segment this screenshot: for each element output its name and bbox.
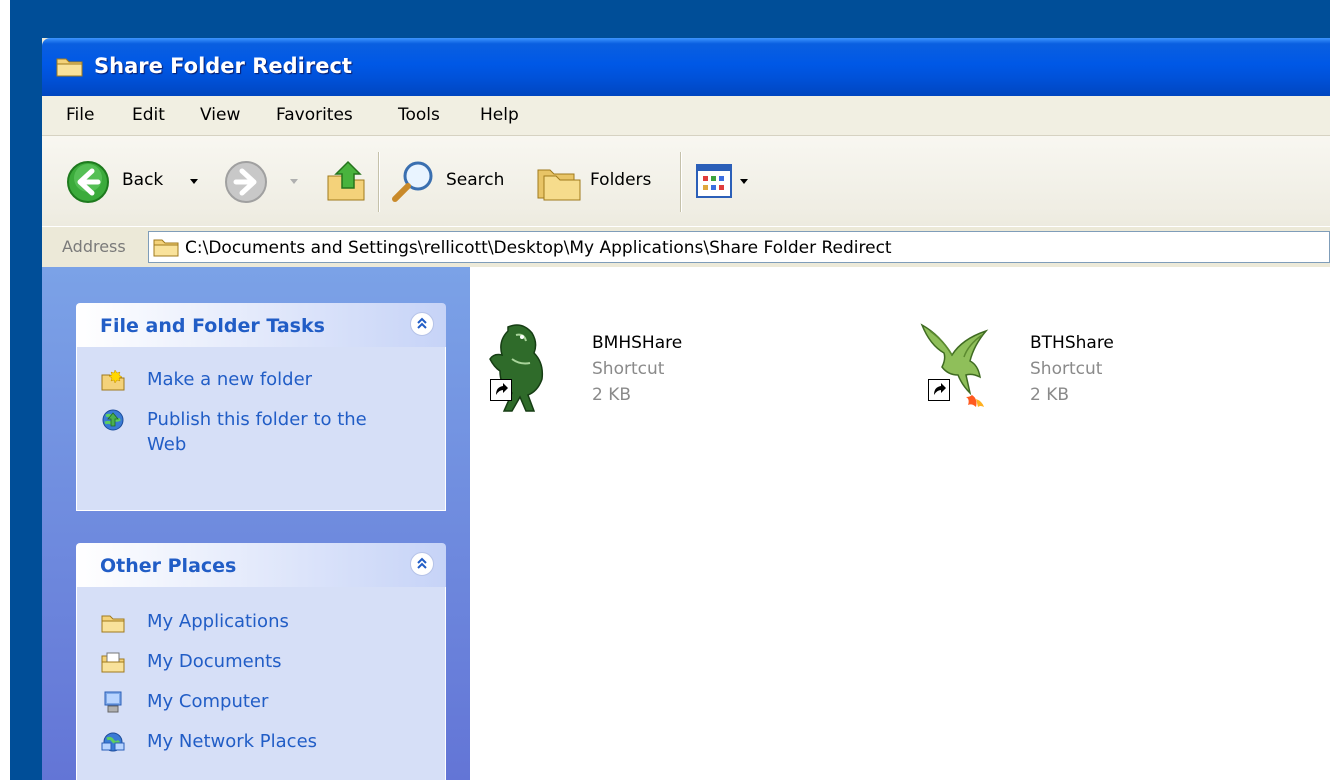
explorer-window: Share Folder Redirect File Edit View Fav… — [42, 38, 1330, 780]
link-label: Make a new folder — [147, 369, 313, 390]
menu-tools[interactable]: Tools — [398, 105, 440, 125]
new-folder-icon — [101, 369, 125, 391]
file-list-area: BMHSHare Shortcut 2 KB BTHShare Shortcut… — [470, 267, 1330, 780]
my-documents-icon — [101, 652, 125, 673]
panel-header[interactable]: File and Folder Tasks — [76, 303, 446, 347]
link-label: My Applications — [147, 611, 289, 632]
address-label: Address — [62, 237, 126, 256]
forward-arrow-icon — [225, 161, 267, 203]
panel-body: My Applications My Documents My Computer… — [76, 587, 446, 780]
menu-favorites[interactable]: Favorites — [276, 105, 353, 125]
folders-icon — [537, 169, 581, 201]
panel-title: File and Folder Tasks — [100, 315, 325, 337]
other-place-my-applications[interactable]: My Applications — [101, 609, 401, 635]
forward-button[interactable] — [224, 158, 304, 206]
chevron-down-icon[interactable] — [288, 178, 300, 186]
file-type: Shortcut — [592, 359, 665, 379]
chevron-down-icon[interactable] — [738, 178, 750, 186]
collapse-button[interactable] — [410, 312, 434, 336]
address-bar: Address C:\Documents and Settings\rellic… — [42, 226, 1330, 266]
chevron-down-icon[interactable] — [188, 178, 200, 186]
menu-edit[interactable]: Edit — [132, 105, 165, 125]
file-folder-tasks-panel: File and Folder Tasks Make a new folder — [76, 303, 446, 511]
search-label: Search — [446, 170, 505, 190]
publish-folder-link[interactable]: Publish this folder to the Web — [101, 407, 431, 463]
double-chevron-up-icon — [417, 317, 427, 329]
up-folder-icon — [327, 160, 365, 201]
toolbar-separator — [680, 152, 682, 212]
file-name: BMHSHare — [592, 333, 683, 353]
make-new-folder-link[interactable]: Make a new folder — [101, 367, 431, 393]
link-label: My Documents — [147, 651, 282, 672]
shortcut-overlay-icon — [490, 379, 512, 401]
network-places-icon — [101, 732, 125, 752]
file-size: 2 KB — [1030, 385, 1070, 405]
file-size: 2 KB — [592, 385, 632, 405]
task-pane: File and Folder Tasks Make a new folder — [42, 267, 470, 780]
folders-button[interactable]: Folders — [536, 158, 666, 206]
menu-view[interactable]: View — [200, 105, 240, 125]
panel-header[interactable]: Other Places — [76, 543, 446, 587]
views-button[interactable] — [696, 158, 762, 206]
up-folder-button[interactable] — [324, 158, 368, 206]
back-label: Back — [122, 170, 164, 190]
folder-icon — [153, 239, 179, 257]
link-label: My Computer — [147, 691, 269, 712]
menu-help[interactable]: Help — [480, 105, 519, 125]
back-button[interactable]: Back — [66, 158, 206, 206]
desktop-edge — [0, 0, 10, 780]
title-bar[interactable]: Share Folder Redirect — [42, 38, 1330, 96]
panel-body: Make a new folder Publish this folder to… — [76, 347, 446, 511]
file-name: BTHShare — [1030, 333, 1114, 353]
folder-icon — [56, 58, 83, 77]
menu-bar: File Edit View Favorites Tools Help — [42, 96, 1330, 136]
other-places-panel: Other Places My Applications My Document… — [76, 543, 446, 780]
folders-label: Folders — [590, 170, 652, 190]
file-type: Shortcut — [1030, 359, 1103, 379]
search-icon — [392, 161, 433, 202]
address-field[interactable]: C:\Documents and Settings\rellicott\Desk… — [148, 231, 1330, 263]
shortcut-overlay-icon — [928, 379, 950, 401]
search-button[interactable]: Search — [390, 158, 520, 206]
double-chevron-up-icon — [417, 557, 427, 569]
link-label: Publish this folder to the Web — [147, 409, 367, 455]
views-icon — [696, 164, 732, 198]
address-path: C:\Documents and Settings\rellicott\Desk… — [185, 238, 892, 258]
my-computer-icon — [104, 691, 122, 713]
window-title: Share Folder Redirect — [94, 54, 352, 78]
file-item-bmhshare[interactable]: BMHSHare Shortcut 2 KB — [478, 313, 778, 433]
other-place-my-network-places[interactable]: My Network Places — [101, 729, 401, 755]
other-place-my-documents[interactable]: My Documents — [101, 649, 401, 675]
publish-web-icon — [102, 409, 124, 431]
toolbar-separator — [378, 152, 380, 212]
link-label: My Network Places — [147, 731, 318, 752]
back-arrow-icon — [67, 161, 109, 203]
panel-title: Other Places — [100, 555, 237, 577]
file-item-bthshare[interactable]: BTHShare Shortcut 2 KB — [916, 313, 1216, 433]
folder-icon — [101, 615, 125, 633]
other-place-my-computer[interactable]: My Computer — [101, 689, 401, 715]
menu-file[interactable]: File — [66, 105, 94, 125]
collapse-button[interactable] — [410, 552, 434, 576]
